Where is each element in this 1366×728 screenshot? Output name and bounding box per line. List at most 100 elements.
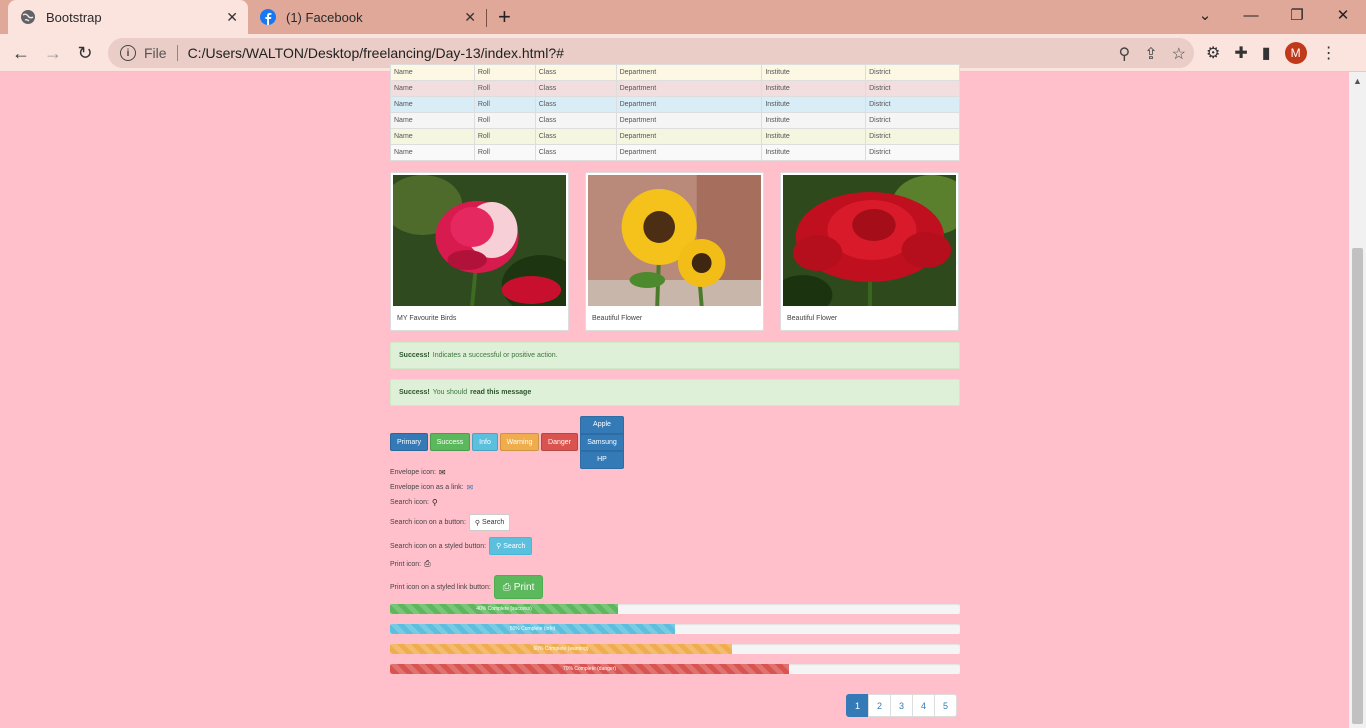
thumbnail-card[interactable]: Beautiful Flower: [585, 172, 764, 331]
table-cell: Class: [534, 96, 617, 113]
search-icon: ⚲: [431, 498, 438, 507]
table-cell: Name: [390, 144, 475, 161]
envelope-link-icon[interactable]: ✉: [467, 483, 474, 492]
table-cell: Roll: [473, 112, 536, 129]
progress-bar: 60% Complete (warning): [390, 644, 732, 654]
table-cell: Institute: [761, 80, 867, 97]
search-label: Search icon:: [390, 499, 429, 506]
tab-bootstrap[interactable]: Bootstrap ✕: [8, 0, 248, 34]
puzzle-icon[interactable]: ✚: [1234, 43, 1247, 63]
print-line: Print icon: ⎙: [390, 559, 431, 569]
samsung-button[interactable]: Samsung: [580, 433, 624, 451]
avatar[interactable]: M: [1284, 42, 1307, 64]
success-alert-link: Success! You should read this message: [390, 379, 960, 406]
chevron-down-icon[interactable]: ⌄: [1182, 0, 1228, 30]
zoom-icon[interactable]: ⚲: [1119, 44, 1131, 64]
side-panel-icon[interactable]: ▮: [1262, 43, 1271, 63]
search-icon: ⚲: [496, 543, 502, 550]
new-tab-icon[interactable]: +: [498, 4, 511, 30]
page-link-4[interactable]: 4: [912, 694, 935, 717]
close-window-icon[interactable]: ✕: [1320, 0, 1366, 30]
table-cell: Roll: [473, 96, 536, 113]
search-styled-label: Search icon on a styled button:: [390, 542, 487, 550]
scrollbar[interactable]: ▲: [1349, 72, 1366, 728]
table-cell: District: [865, 80, 960, 97]
danger-button[interactable]: Danger: [541, 433, 578, 451]
warning-button[interactable]: Warning: [500, 433, 539, 451]
table-cell: District: [865, 64, 960, 81]
red-rose-image: [773, 175, 971, 315]
table-cell: Class: [534, 128, 617, 145]
table-row: Name Roll Class Department Institute District: [390, 96, 960, 113]
extension-gear-icon[interactable]: ⚙: [1206, 43, 1220, 63]
data-table: Name Roll Class Department Institute District…: [390, 64, 960, 161]
envelope-link-line: Envelope icon as a link: ✉: [390, 483, 473, 492]
globe-icon: [21, 10, 35, 24]
search-button-label: Search icon on a button:: [390, 519, 466, 526]
info-icon[interactable]: i: [120, 45, 136, 61]
bookmark-star-icon[interactable]: ☆: [1172, 44, 1186, 64]
close-icon[interactable]: ✕: [226, 9, 238, 26]
info-button[interactable]: Info: [472, 433, 498, 451]
scrollbar-thumb[interactable]: [1352, 248, 1363, 724]
forward-arrow-icon[interactable]: →: [40, 40, 66, 66]
table-cell: Class: [534, 80, 617, 97]
table-cell: Name: [390, 112, 475, 129]
alert-link[interactable]: read this message: [470, 389, 531, 396]
tab-facebook[interactable]: (1) Facebook ✕: [250, 0, 486, 34]
menu-kebab-icon[interactable]: ⋮: [1321, 43, 1337, 63]
hp-button[interactable]: HP: [580, 451, 624, 469]
table-cell: Institute: [761, 64, 867, 81]
thumbnail-caption: Beautiful Flower: [592, 315, 643, 322]
print-link-line: Print icon on a styled link button: ⎙ Pr…: [390, 575, 544, 599]
search-styled-text: Search: [503, 542, 526, 550]
table-cell: Department: [615, 64, 763, 81]
back-arrow-icon[interactable]: ←: [8, 40, 34, 66]
table-row: Name Roll Class Department Institute District: [390, 144, 960, 161]
print-button[interactable]: ⎙ Print: [493, 575, 544, 599]
scroll-up-icon[interactable]: ▲: [1353, 76, 1362, 86]
page-link-3[interactable]: 3: [890, 694, 913, 717]
close-icon[interactable]: ✕: [464, 9, 476, 26]
progress-info: 50% Complete (info): [390, 624, 960, 634]
share-icon[interactable]: ⇪: [1144, 44, 1157, 64]
search-button-text: Search: [482, 519, 505, 526]
print-label: Print icon:: [390, 560, 422, 568]
sunflowers-image: [588, 175, 761, 307]
apple-button[interactable]: Apple: [580, 416, 624, 434]
tab-strip: Bootstrap ✕ (1) Facebook ✕ + ⌄ — ❐ ✕: [0, 0, 1366, 34]
page-link-2[interactable]: 2: [868, 694, 891, 717]
table-cell: Institute: [761, 144, 867, 161]
url-text[interactable]: C:/Users/WALTON/Desktop/freelancing/Day-…: [188, 45, 564, 61]
progress-bar: 70% Complete (danger): [390, 664, 789, 674]
thumbnail-caption: MY Favourite Birds: [397, 315, 457, 322]
table-cell: Name: [390, 64, 475, 81]
table-cell: Institute: [761, 96, 867, 113]
primary-button[interactable]: Primary: [390, 433, 428, 451]
table-cell: District: [865, 96, 960, 113]
table-cell: Roll: [473, 128, 536, 145]
restore-icon[interactable]: ❐: [1274, 0, 1320, 30]
table-cell: District: [865, 112, 960, 129]
print-icon: ⎙: [424, 559, 431, 568]
table-cell: Institute: [761, 112, 867, 129]
thumbnail-card[interactable]: MY Favourite Birds: [383, 172, 581, 331]
search-styled-button[interactable]: ⚲ Search: [489, 537, 533, 555]
reload-icon[interactable]: ↻: [72, 40, 98, 66]
thumbnail-card[interactable]: Beautiful Flower: [773, 172, 971, 331]
table-cell: Roll: [473, 80, 536, 97]
search-button[interactable]: ⚲ Search: [468, 514, 511, 531]
table-row: Name Roll Class Department Institute District: [390, 112, 960, 129]
table-cell: Department: [615, 112, 763, 129]
progress-success: 40% Complete (success): [390, 604, 960, 614]
search-icon: ⚲: [474, 519, 481, 527]
envelope-line: Envelope icon: ✉: [390, 468, 446, 477]
minimize-icon[interactable]: —: [1228, 0, 1274, 30]
tab-title: (1) Facebook: [286, 9, 363, 25]
success-button[interactable]: Success: [430, 433, 470, 451]
table-cell: Name: [390, 128, 475, 145]
scheme-label: File: [144, 45, 167, 61]
page-link-1[interactable]: 1: [846, 694, 869, 717]
tab-separator: [486, 9, 487, 27]
page-link-5[interactable]: 5: [934, 694, 957, 717]
